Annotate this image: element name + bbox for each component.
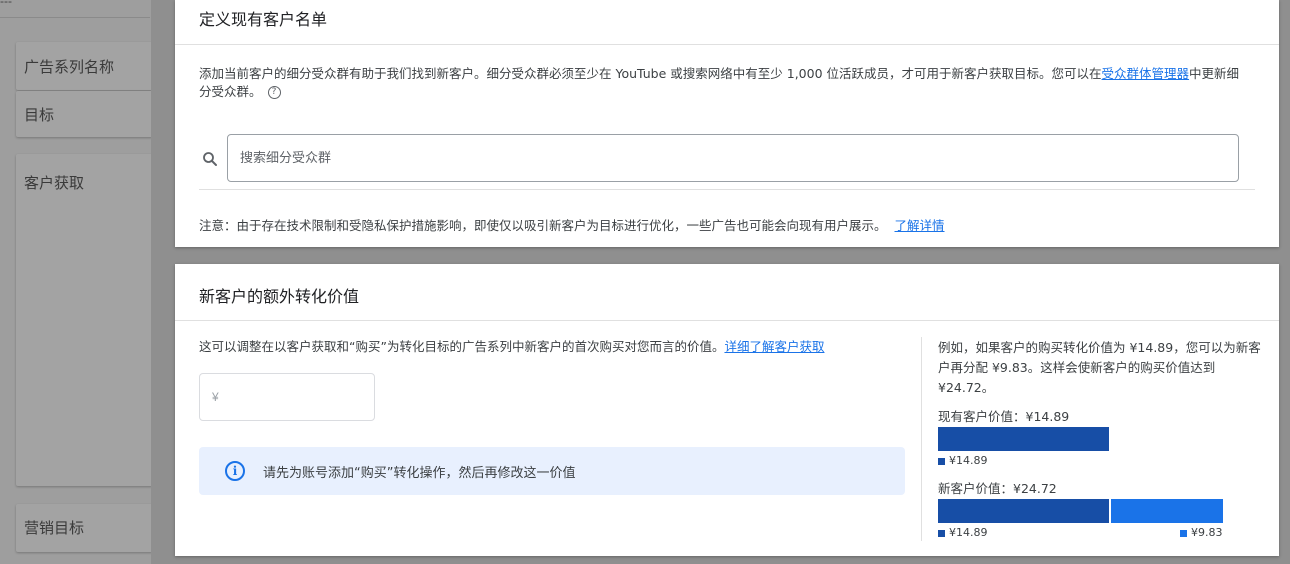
existing-customer-legend: ¥14.89	[938, 454, 988, 467]
legend-swatch-extra	[1180, 529, 1187, 537]
customer-acquisition-learn-more-link[interactable]: 详细了解客户获取	[724, 339, 824, 354]
customer-list-title: 定义现有客户名单	[199, 10, 328, 29]
privacy-note: 注意：由于存在技术限制和受隐私保护措施影响，即使仅以吸引新客户为目标进行优化，一…	[199, 215, 945, 234]
conversion-value-title: 新客户的额外转化价值	[199, 287, 360, 306]
background-top-text: ---	[0, 0, 12, 8]
customer-list-title-divider	[175, 44, 1279, 45]
example-divider	[921, 337, 922, 541]
background-label-campaign-name: 广告系列名称	[24, 58, 115, 76]
info-banner-text: 请先为账号添加“购买”转化操作，然后再修改这一价值	[263, 466, 576, 481]
new-customer-legend-extra-value: ¥9.83	[1191, 526, 1223, 539]
currency-symbol: ¥	[212, 390, 219, 404]
background-label-customer-acquisition: 客户获取	[24, 174, 85, 192]
conversion-value-title-divider	[175, 320, 1279, 321]
search-divider	[199, 189, 1255, 190]
help-icon[interactable]: ?	[267, 86, 281, 99]
background-top-line: ---	[0, 0, 150, 18]
new-customer-legend-extra: ¥9.83	[1180, 526, 1223, 539]
background-label-goal: 目标	[24, 106, 55, 124]
customer-list-description: 添加当前客户的细分受众群有助于我们找到新客户。细分受众群必须至少在 YouTub…	[199, 65, 1249, 101]
new-customer-value-label: 新客户价值：¥24.72	[938, 481, 1057, 496]
new-customer-base-bar	[938, 499, 1109, 523]
info-icon: i	[225, 461, 245, 481]
customer-list-description-text-1: 添加当前客户的细分受众群有助于我们找到新客户。细分受众群必须至少在 YouTub…	[199, 66, 1102, 81]
privacy-note-text: 注意：由于存在技术限制和受隐私保护措施影响，即使仅以吸引新客户为目标进行优化，一…	[199, 218, 887, 233]
background-card-customer-acquisition	[16, 154, 152, 486]
conversion-value-description-text: 这可以调整在以客户获取和“购买”为转化目标的广告系列中新客户的首次购买对您而言的…	[199, 339, 725, 354]
dialog-panel: 定义现有客户名单 添加当前客户的细分受众群有助于我们找到新客户。细分受众群必须至…	[151, 0, 1290, 564]
search-icon	[203, 152, 217, 166]
new-customer-extra-bar	[1111, 499, 1223, 523]
conversion-value-input[interactable]: ¥	[199, 373, 375, 421]
existing-customer-legend-value: ¥14.89	[949, 454, 988, 467]
learn-more-link[interactable]: 了解详情	[895, 218, 945, 233]
info-banner: i 请先为账号添加“购买”转化操作，然后再修改这一价值	[199, 447, 905, 495]
example-text: 例如，如果客户的购买转化价值为 ¥14.89，您可以为新客户再分配 ¥9.83。…	[938, 340, 1261, 395]
new-customer-legend-base: ¥14.89	[938, 526, 988, 539]
customer-list-card: 定义现有客户名单 添加当前客户的细分受众群有助于我们找到新客户。细分受众群必须至…	[175, 0, 1279, 247]
existing-customer-value-label: 现有客户价值：¥14.89	[938, 409, 1070, 424]
legend-swatch-base	[938, 457, 945, 465]
audience-segment-search-input[interactable]	[227, 134, 1239, 182]
audience-manager-link[interactable]: 受众群体管理器	[1102, 66, 1190, 81]
legend-swatch-base	[938, 529, 945, 537]
new-customer-legend-base-value: ¥14.89	[949, 526, 988, 539]
conversion-value-description: 这可以调整在以客户获取和“购买”为转化目标的广告系列中新客户的首次购买对您而言的…	[199, 338, 919, 356]
background-label-marketing-goal: 营销目标	[24, 519, 85, 537]
existing-customer-value-bar	[938, 427, 1109, 451]
